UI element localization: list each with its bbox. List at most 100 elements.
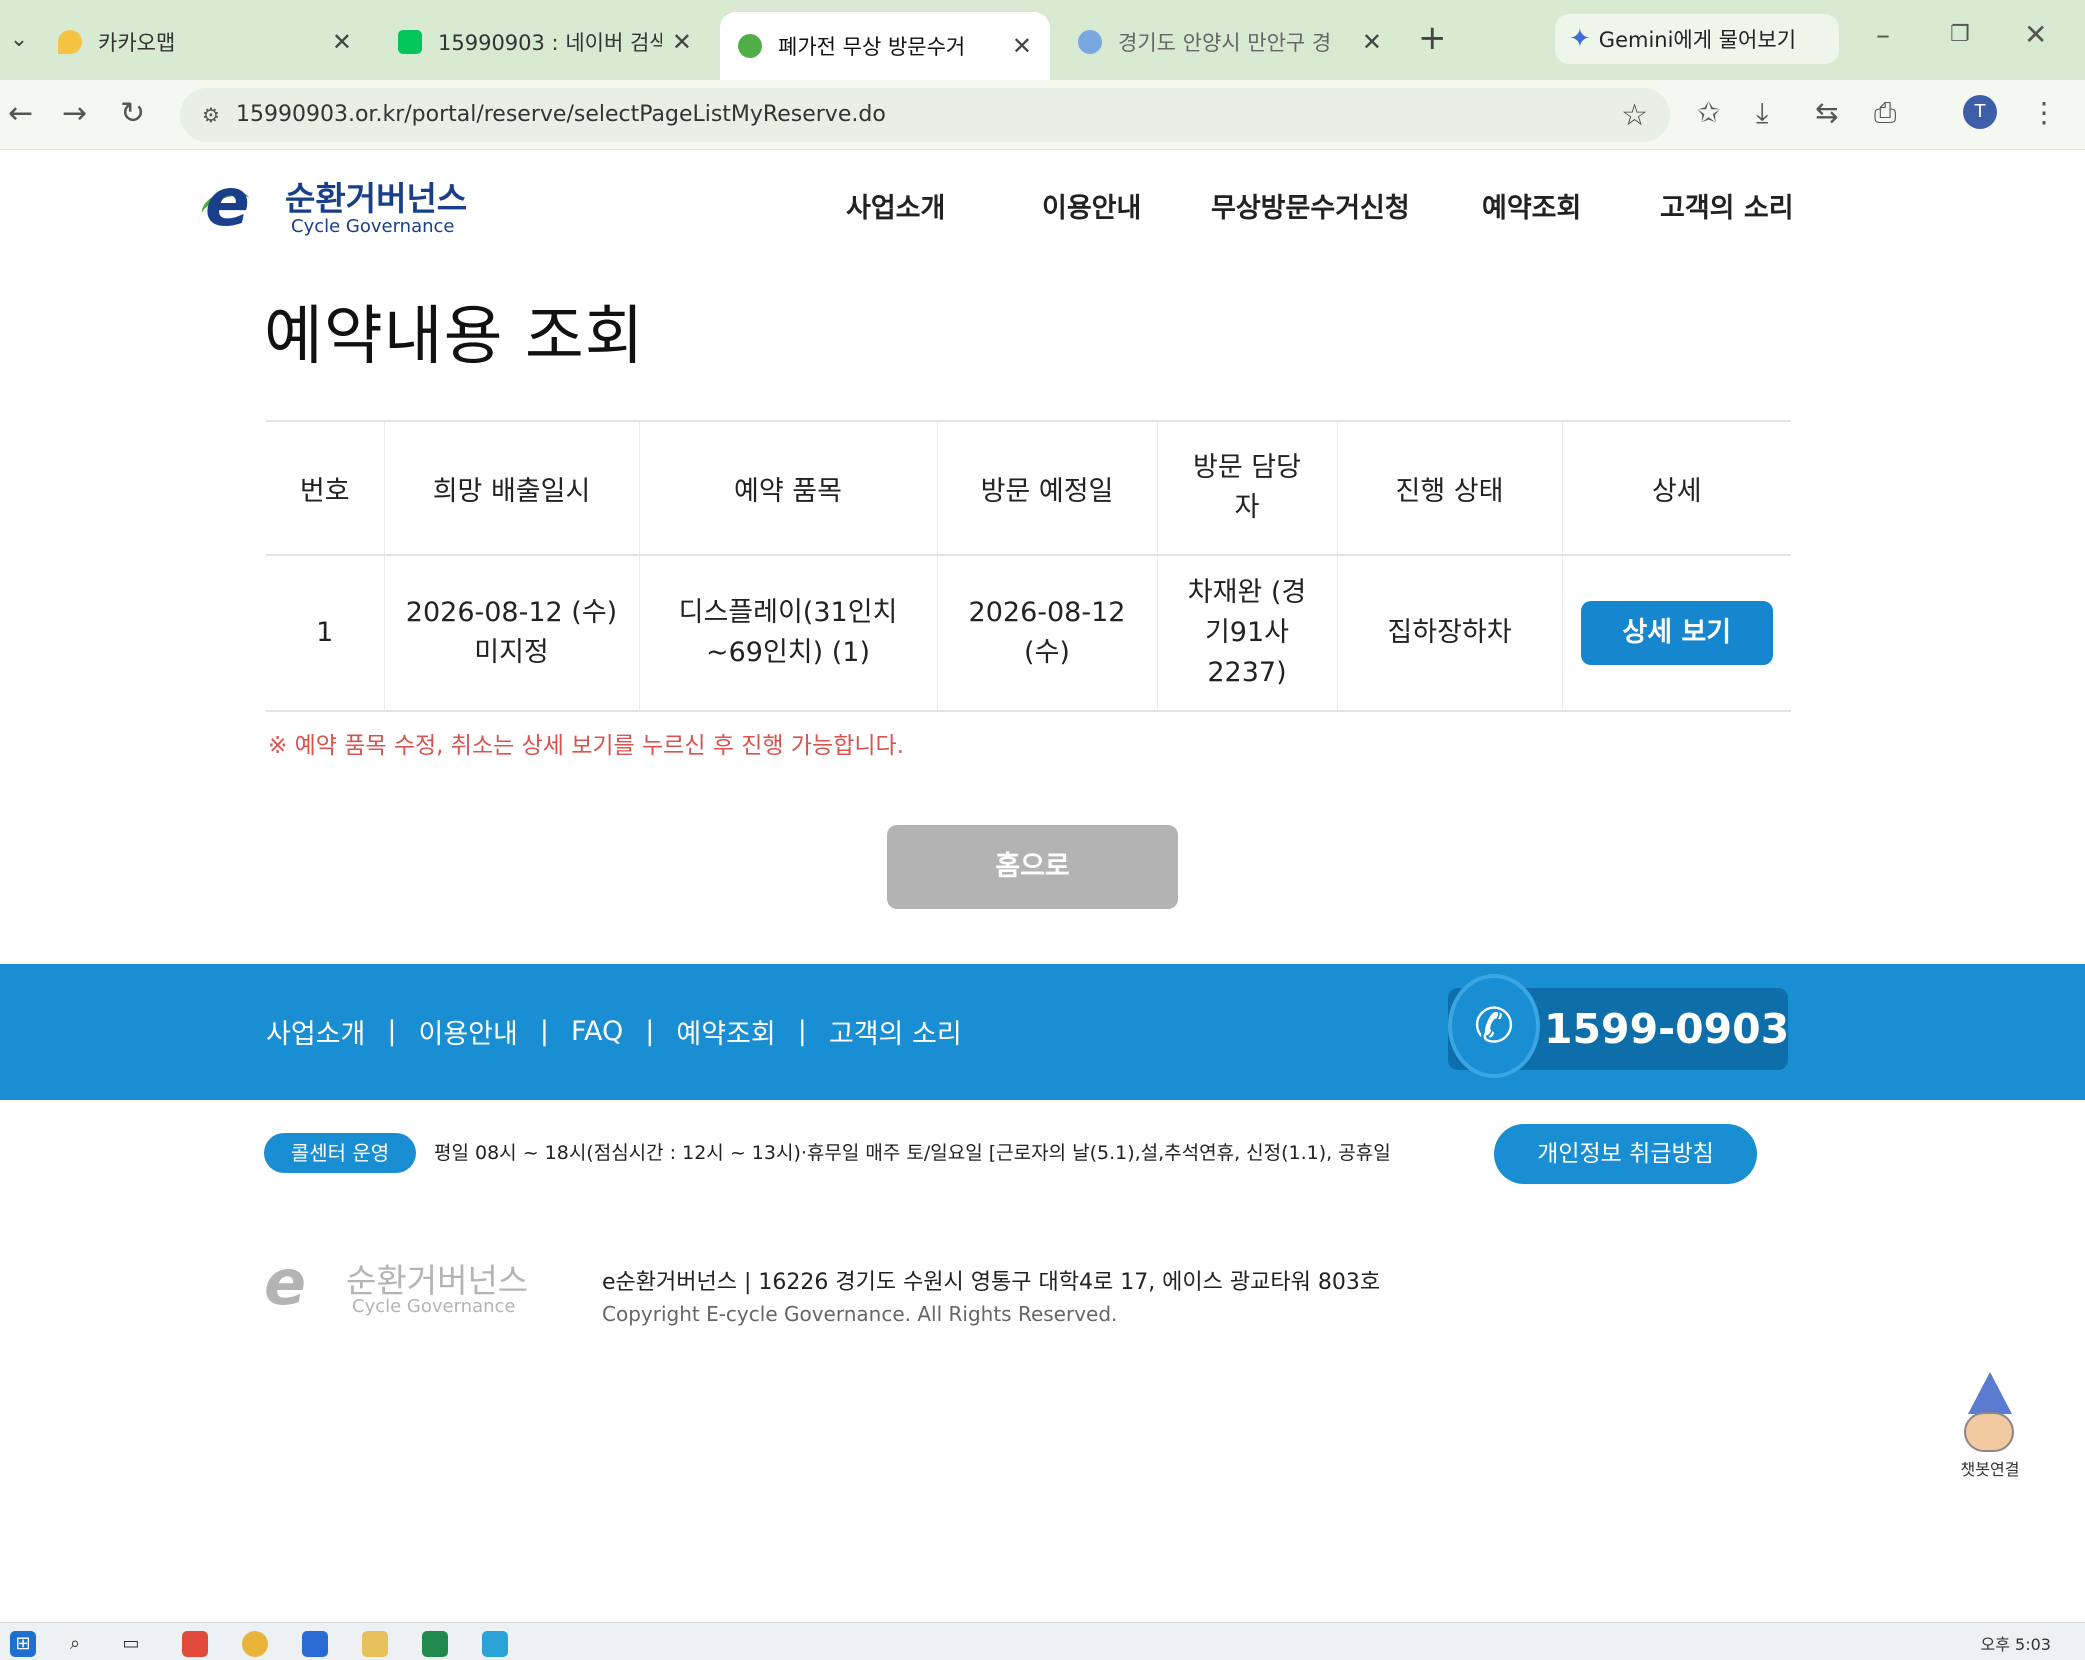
footer-link-business-intro[interactable]: 사업소개 (266, 1012, 365, 1051)
os-taskbar: ⊞ ⌕ ▭ 오후 5:03 (0, 1622, 2085, 1660)
site-favicon (738, 34, 762, 58)
nav-customer-voice[interactable]: 고객의 소리 (1660, 186, 1794, 225)
new-tab-button[interactable]: + (1418, 18, 1447, 58)
restore-icon[interactable]: ❐ (1950, 22, 1970, 47)
address-bar[interactable]: ⚙ 15990903.or.kr/portal/reserve/selectPa… (180, 88, 1670, 142)
edit-cancel-notice: ※ 예약 품목 수정, 취소는 상세 보기를 누르신 후 진행 가능합니다. (268, 733, 905, 759)
back-icon[interactable]: ← (8, 96, 33, 131)
download-icon[interactable]: ⤓ (1756, 96, 1768, 130)
tab-naver-search[interactable]: 15990903 : 네이버 검색 ✕ (380, 16, 710, 68)
footer-link-usage-guide[interactable]: 이용안내 (418, 1012, 517, 1051)
app-icon[interactable] (302, 1631, 328, 1657)
map-pin-icon (58, 30, 82, 54)
footer-link-reservation-check[interactable]: 예약조회 (676, 1012, 775, 1051)
translate-icon[interactable]: ⇆ (1815, 96, 1838, 129)
cell-item: 디스플레이(31인치 ~69인치) (1) (638, 554, 937, 712)
visit-weekday: (수) (1024, 637, 1070, 668)
bookmarks-star-icon[interactable]: ✩ (1697, 96, 1720, 129)
close-icon[interactable]: ✕ (672, 28, 692, 56)
tab-google-search[interactable]: 경기도 안양시 만안구 경 ✕ (1060, 16, 1400, 68)
close-icon[interactable]: ✕ (332, 28, 352, 56)
nav-usage-guide[interactable]: 이용안내 (1042, 186, 1141, 225)
chrome-icon[interactable] (242, 1631, 268, 1657)
profile-avatar[interactable]: T (1963, 95, 1997, 129)
tab-title: 폐가전 무상 방문수거 (778, 35, 966, 59)
cell-detail: 상세 보기 (1561, 554, 1791, 712)
chatbot-face (1964, 1412, 2014, 1452)
windows-start-icon[interactable]: ⊞ (10, 1631, 36, 1657)
browser-toolbar: ← → ↻ ⚙ 15990903.or.kr/portal/reserve/se… (0, 80, 2085, 150)
file-explorer-icon[interactable] (362, 1631, 388, 1657)
bookmark-star-icon[interactable]: ☆ (1621, 98, 1648, 133)
col-header-detail: 상세 (1561, 420, 1791, 556)
browser-tab-bar: ⌄ 카카오맵 ✕ 15990903 : 네이버 검색 ✕ 폐가전 무상 방문수거… (0, 0, 2085, 80)
gemini-label: Gemini에게 물어보기 (1598, 28, 1797, 52)
chatbot-label: 챗봇연결 (1960, 1460, 2020, 1479)
logo-mark: e (205, 164, 250, 241)
print-icon[interactable]: ⎙ (1874, 96, 1896, 130)
site-info-icon[interactable]: ⚙ (196, 100, 226, 130)
table-header-row: 번호 희망 배출일시 예약 품목 방문 예정일 방문 담당자 진행 상태 상세 (266, 420, 1791, 556)
footer-separator: | (387, 1016, 397, 1047)
close-icon[interactable]: ✕ (1012, 32, 1032, 60)
staff-line-2: 기91사 (1204, 617, 1290, 648)
taskbar-clock: 오후 5:03 (1980, 1635, 2051, 1654)
gemini-spark-icon: ✦ (1569, 24, 1591, 54)
tab-title: 카카오맵 (98, 31, 176, 55)
gemini-button[interactable]: ✦ Gemini에게 물어보기 (1555, 14, 1839, 64)
chatbot-button[interactable]: 챗봇연결 (1950, 1372, 2030, 1482)
home-button[interactable]: 홈으로 (887, 825, 1178, 909)
globe-icon (1078, 30, 1102, 54)
footer-separator: | (645, 1016, 655, 1047)
task-view-icon[interactable]: ▭ (118, 1631, 144, 1657)
desired-time: 미지정 (474, 637, 549, 668)
footer-logo: e 순환거버넌스 Cycle Governance (264, 1252, 544, 1322)
cell-number: 1 (266, 554, 384, 712)
footer-logo-mark: e (264, 1246, 307, 1319)
reservation-table: 번호 희망 배출일시 예약 품목 방문 예정일 방문 담당자 진행 상태 상세 … (266, 420, 1791, 712)
nav-free-pickup-apply[interactable]: 무상방문수거신청 (1211, 186, 1410, 225)
site-logo[interactable]: e 순환거버넌스 Cycle Governance (197, 164, 467, 241)
site-header: e 순환거버넌스 Cycle Governance 사업소개 이용안내 무상방문… (0, 150, 2085, 260)
col-header-visit-date: 방문 예정일 (936, 420, 1157, 556)
item-line-2: ~69인치) (1) (705, 637, 871, 668)
cell-visit-date: 2026-08-12 (수) (936, 554, 1157, 712)
nav-reservation-check[interactable]: 예약조회 (1482, 186, 1581, 225)
more-icon[interactable]: ⋮ (2030, 96, 2058, 129)
tab-title: 경기도 안양시 만안구 경 (1118, 31, 1332, 55)
privacy-policy-button[interactable]: 개인정보 취급방침 (1494, 1124, 1757, 1184)
cell-staff: 차재완 (경 기91사 2237) (1156, 554, 1337, 712)
app-icon[interactable] (482, 1631, 508, 1657)
footer-nav: 사업소개 | 이용안내 | FAQ | 예약조회 | 고객의 소리 (266, 1012, 962, 1051)
footer-link-faq[interactable]: FAQ (571, 1016, 623, 1047)
footer-logo-english: Cycle Governance (352, 1296, 516, 1317)
tab-kakaomap[interactable]: 카카오맵 ✕ (40, 16, 370, 68)
footer-separator: | (539, 1016, 549, 1047)
staff-line-3: 2237) (1207, 657, 1287, 688)
url-text[interactable]: 15990903.or.kr/portal/reserve/selectPage… (236, 88, 886, 142)
view-detail-button[interactable]: 상세 보기 (1580, 601, 1773, 665)
close-icon[interactable]: ✕ (2024, 18, 2047, 51)
callcenter-badge: 콜센터 운영 (264, 1133, 416, 1173)
table-row: 1 2026-08-12 (수) 미지정 디스플레이(31인치 ~69인치) (… (266, 554, 1791, 712)
nav-business-intro[interactable]: 사업소개 (846, 186, 945, 225)
footer-address: e순환거버넌스 | 16226 경기도 수원시 영통구 대학4로 17, 에이스… (602, 1270, 1381, 1295)
forward-icon[interactable]: → (62, 96, 87, 131)
tab-list-icon[interactable]: ⌄ (4, 22, 34, 58)
footer-separator: | (797, 1016, 807, 1047)
staff-line-1: 차재완 (경 (1187, 577, 1307, 608)
minimize-icon[interactable]: – (1876, 18, 1890, 51)
col-header-staff: 방문 담당자 (1156, 420, 1337, 556)
footer-link-customer-voice[interactable]: 고객의 소리 (829, 1012, 962, 1051)
footer-logo-korean: 순환거버넌스 (346, 1261, 529, 1300)
footer-nav-band: 사업소개 | 이용안내 | FAQ | 예약조회 | 고객의 소리 ✆ 1599… (0, 964, 2085, 1100)
cell-desired-date: 2026-08-12 (수) 미지정 (383, 554, 639, 712)
search-icon[interactable]: ⌕ (62, 1631, 88, 1657)
excel-icon[interactable] (422, 1631, 448, 1657)
reload-icon[interactable]: ↻ (120, 96, 145, 131)
col-header-number: 번호 (266, 420, 384, 556)
app-icon[interactable] (182, 1631, 208, 1657)
close-icon[interactable]: ✕ (1362, 28, 1382, 56)
tab-current-site[interactable]: 폐가전 무상 방문수거 ✕ (720, 12, 1050, 80)
visit-date: 2026-08-12 (968, 597, 1126, 628)
